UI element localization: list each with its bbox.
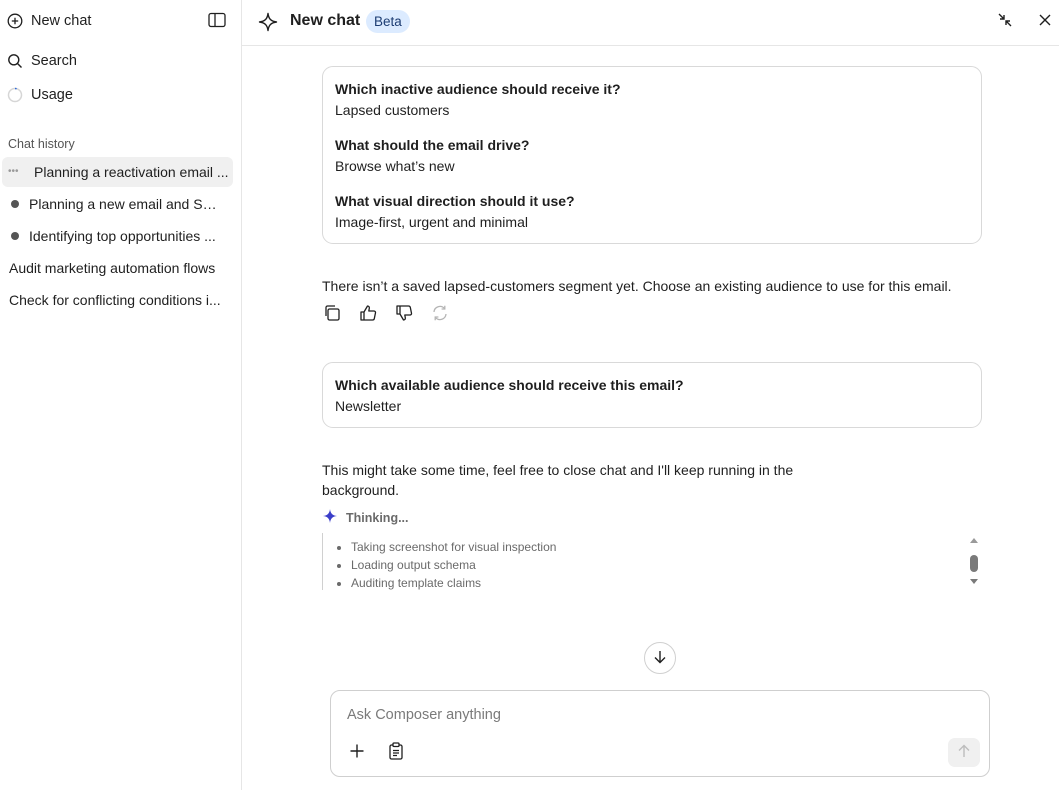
answer-text: Browse what’s new <box>335 158 455 174</box>
regenerate-button[interactable] <box>430 304 450 324</box>
new-chat-button[interactable]: New chat <box>0 7 91 35</box>
sidebar: New chat Search Usage Chat history ••• P… <box>0 0 242 790</box>
clipboard-icon <box>388 741 404 763</box>
regenerate-icon <box>431 304 449 325</box>
sparkle-icon <box>258 12 278 35</box>
chat-history-item[interactable]: Check for conflicting conditions i... <box>2 285 233 315</box>
sidebar-toggle-icon <box>208 12 226 31</box>
status-dot-icon <box>11 232 19 240</box>
attach-button[interactable] <box>347 741 367 763</box>
scroll-to-bottom-button[interactable] <box>644 642 676 674</box>
background-message: This might take some time, feel free to … <box>322 462 794 498</box>
chat-history-item[interactable]: Planning a new email and SM... <box>2 189 233 219</box>
copy-button[interactable] <box>322 304 342 324</box>
question-text: What visual direction should it use? <box>335 193 575 209</box>
usage-button[interactable]: Usage <box>0 81 73 109</box>
question-text: What should the email drive? <box>335 137 530 153</box>
thinking-steps-panel[interactable]: Taking screenshot for visual inspection … <box>322 533 982 590</box>
chat-history-item-label: Check for conflicting conditions i... <box>9 292 221 308</box>
new-chat-label: New chat <box>31 13 92 29</box>
chat-history-item-label: Audit marketing automation flows <box>9 260 216 276</box>
copy-icon <box>323 304 341 325</box>
plus-circle-icon <box>7 13 23 29</box>
chat-history-item-label: Planning a reactivation email ... <box>34 164 229 180</box>
answer-text: Image-first, urgent and minimal <box>335 214 528 230</box>
chat-history-item[interactable]: Identifying top opportunities ... <box>2 221 233 251</box>
chat-header: New chat Beta <box>242 0 1059 46</box>
search-label: Search <box>31 53 77 69</box>
thinking-step: Loading output schema <box>351 557 556 575</box>
chat-history-item[interactable]: ••• Planning a reactivation email ... <box>2 157 233 187</box>
composer-input[interactable] <box>347 703 947 727</box>
question-text: Which available audience should receive … <box>335 377 684 393</box>
close-button[interactable] <box>1036 12 1054 30</box>
thinking-step: Auditing template claims <box>351 575 556 590</box>
send-button[interactable] <box>948 738 980 767</box>
audience-card: Which available audience should receive … <box>322 362 982 428</box>
answers-card: Which inactive audience should receive i… <box>322 66 982 244</box>
collapse-icon <box>997 12 1013 31</box>
usage-ring-icon <box>7 87 23 103</box>
chat-history-item-label: Planning a new email and SM... <box>29 196 225 212</box>
search-button[interactable]: Search <box>0 47 77 75</box>
in-progress-icon: ••• <box>8 166 19 177</box>
thinking-step: Taking screenshot for visual inspection <box>351 539 556 557</box>
chat-history-item[interactable]: Audit marketing automation flows <box>2 253 233 283</box>
search-icon <box>7 53 23 69</box>
question-text: Which inactive audience should receive i… <box>335 81 621 97</box>
arrow-down-icon <box>652 649 668 668</box>
status-dot-icon <box>11 200 19 208</box>
thumbs-up-icon <box>359 304 377 325</box>
thinking-steps-list: Taking screenshot for visual inspection … <box>351 539 556 590</box>
answer-text: Newsletter <box>335 398 402 414</box>
thinking-scrollbar[interactable] <box>968 535 980 587</box>
thumbs-down-icon <box>395 304 413 325</box>
composer <box>330 690 990 777</box>
thumbs-down-button[interactable] <box>394 304 414 324</box>
usage-label: Usage <box>31 87 73 103</box>
clipboard-button[interactable] <box>386 741 406 763</box>
sparkle-icon <box>322 508 338 527</box>
collapse-button[interactable] <box>996 12 1014 30</box>
thumbs-up-button[interactable] <box>358 304 378 324</box>
assistant-message: There isn’t a saved lapsed-customers seg… <box>322 278 952 294</box>
chat-history-item-label: Identifying top opportunities ... <box>29 228 216 244</box>
thinking-indicator: Thinking... <box>322 508 409 527</box>
close-icon <box>1038 13 1052 30</box>
thinking-label: Thinking... <box>346 510 409 525</box>
answer-text: Lapsed customers <box>335 102 450 118</box>
beta-badge: Beta <box>366 10 410 33</box>
plus-icon <box>349 743 365 762</box>
arrow-up-icon <box>956 743 972 762</box>
toggle-sidebar-button[interactable] <box>207 12 227 30</box>
chat-history-title: Chat history <box>8 137 75 151</box>
page-title: New chat <box>290 12 361 29</box>
